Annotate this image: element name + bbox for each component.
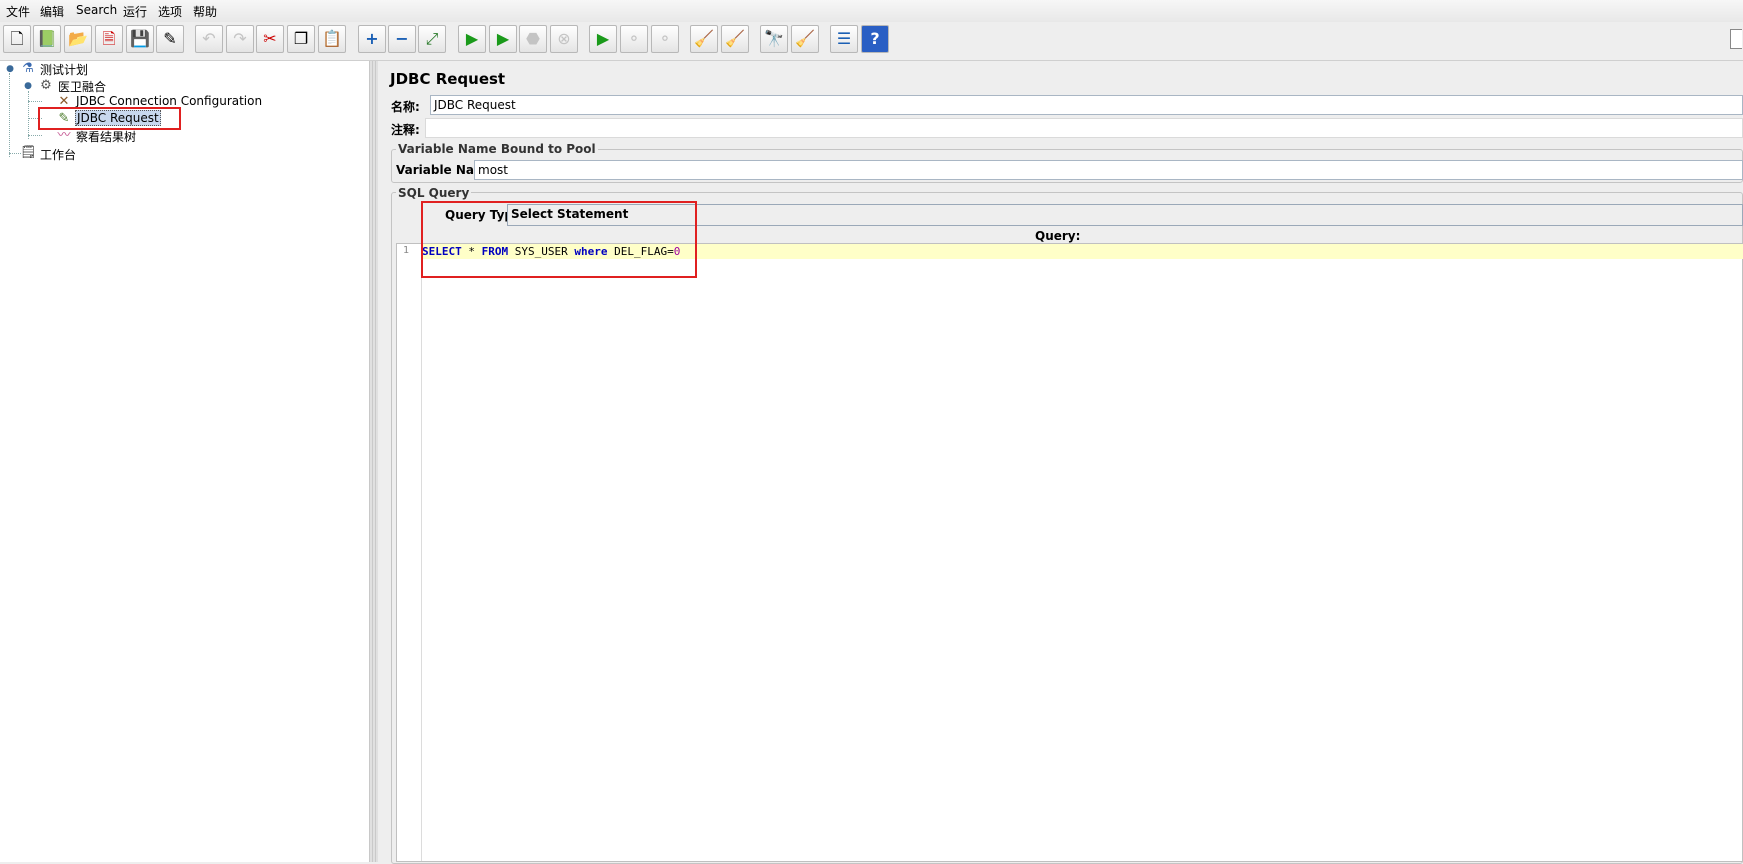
help-button[interactable]: ? — [861, 25, 889, 53]
open-icon: 📂 — [68, 29, 88, 48]
annotation-box-tree — [38, 107, 181, 130]
help-icon: ? — [870, 29, 880, 48]
expand-button[interactable]: + — [358, 25, 386, 53]
save-as-button[interactable]: ✎ — [156, 25, 184, 53]
run-status-indicator — [1730, 29, 1742, 49]
clear-all-icon: 🧹 — [725, 29, 745, 48]
tree-line — [28, 91, 29, 139]
collapse-icon: − — [395, 29, 409, 48]
reset-search-icon: 🧹 — [795, 29, 815, 48]
tree-line — [28, 135, 42, 136]
menu-help[interactable]: 帮助 — [193, 3, 217, 20]
cut-icon: ✂ — [263, 29, 277, 48]
remote-start-icon: ▶ — [596, 29, 610, 48]
workbench-icon: 🗒 — [20, 145, 37, 160]
expand-icon: + — [365, 29, 379, 48]
sql-editor[interactable] — [396, 243, 1743, 862]
shutdown-icon: ⊗ — [557, 29, 571, 48]
menu-options[interactable]: 选项 — [158, 3, 182, 20]
copy-icon: ❐ — [293, 29, 309, 48]
cut-button[interactable]: ✂ — [256, 25, 284, 53]
templates-icon: 📗 — [37, 29, 57, 48]
close-button[interactable]: 🗎 — [95, 25, 123, 53]
tree-item-thread-group[interactable]: 医卫融合 — [58, 78, 106, 95]
menu-file[interactable]: 文件 — [6, 3, 30, 20]
stop-icon: ⬣ — [526, 29, 540, 48]
jdbc-request-panel: JDBC Request 名称: JDBC Request 注释: Variab… — [379, 61, 1743, 864]
tree-item-test-plan[interactable]: 测试计划 — [40, 61, 88, 78]
page-title: JDBC Request — [390, 70, 506, 88]
annotation-box-query — [421, 201, 697, 278]
name-field[interactable]: JDBC Request — [430, 95, 1743, 115]
clear-button[interactable]: 🧹 — [690, 25, 718, 53]
tree-line — [9, 73, 10, 157]
remote-shutdown-button[interactable]: ⚬ — [651, 25, 679, 53]
remote-shutdown-icon: ⚬ — [658, 29, 672, 48]
start-button[interactable]: ▶ — [458, 25, 486, 53]
menu-bar: 文件 编辑 Search 运行 选项 帮助 — [0, 0, 1743, 23]
split-pane-divider[interactable] — [370, 61, 378, 862]
save-as-icon: ✎ — [163, 29, 177, 48]
variable-name-field[interactable]: most — [474, 160, 1743, 180]
shutdown-button[interactable]: ⊗ — [550, 25, 578, 53]
menu-run[interactable]: 运行 — [123, 3, 147, 20]
expand-toggle-icon[interactable]: ● — [2, 61, 18, 77]
start-no-pause-button[interactable]: ▶ — [489, 25, 517, 53]
redo-button[interactable]: ↷ — [226, 25, 254, 53]
menu-edit[interactable]: 编辑 — [40, 3, 64, 20]
tree-line — [28, 101, 42, 102]
close-icon: 🗎 — [102, 29, 116, 48]
remote-start-button[interactable]: ▶ — [589, 25, 617, 53]
thread-group-gear-icon: ⚙ — [40, 78, 52, 93]
undo-button[interactable]: ↶ — [195, 25, 223, 53]
comment-field[interactable] — [425, 118, 1743, 138]
editor-gutter — [397, 244, 422, 861]
remote-stop-button[interactable]: ⚬ — [620, 25, 648, 53]
test-plan-tree: ● ⚗ 测试计划 ● ⚙ 医卫融合 ✕ JDBC Connection Conf… — [0, 61, 370, 862]
line-number: 1 — [403, 245, 410, 256]
reset-search-button[interactable]: 🧹 — [791, 25, 819, 53]
comment-label: 注释: — [391, 123, 420, 137]
search-button[interactable]: 🔭 — [760, 25, 788, 53]
tree-item-result-tree[interactable]: 察看结果树 — [76, 128, 136, 145]
remote-stop-icon: ⚬ — [627, 29, 641, 48]
toggle-button[interactable]: ⤢ — [418, 25, 446, 53]
new-button[interactable]: 🗋 — [3, 25, 31, 53]
save-icon: 💾 — [130, 29, 150, 48]
search-icon: 🔭 — [764, 29, 784, 48]
templates-button[interactable]: 📗 — [33, 25, 61, 53]
start-no-pause-icon: ▶ — [496, 29, 510, 48]
tree-item-workbench[interactable]: 工作台 — [40, 146, 76, 163]
function-helper-icon: ☰ — [836, 29, 852, 48]
undo-icon: ↶ — [202, 29, 216, 48]
save-button[interactable]: 💾 — [126, 25, 154, 53]
listener-icon: 〰 — [57, 128, 71, 143]
new-icon: 🗋 — [10, 29, 24, 48]
start-icon: ▶ — [465, 29, 479, 48]
menu-search[interactable]: Search — [76, 3, 117, 17]
tree-item-jdbc-config[interactable]: JDBC Connection Configuration — [76, 94, 262, 108]
copy-button[interactable]: ❐ — [287, 25, 315, 53]
pool-group-title: Variable Name Bound to Pool — [396, 142, 598, 156]
name-label: 名称: — [391, 100, 420, 114]
open-button[interactable]: 📂 — [64, 25, 92, 53]
test-plan-icon: ⚗ — [22, 61, 34, 76]
sql-query-group-title: SQL Query — [396, 186, 472, 200]
paste-icon: 📋 — [322, 29, 342, 48]
query-header: Query: — [1035, 229, 1081, 243]
stop-button[interactable]: ⬣ — [519, 25, 547, 53]
redo-icon: ↷ — [233, 29, 247, 48]
function-helper-button[interactable]: ☰ — [830, 25, 858, 53]
expand-toggle-icon[interactable]: ● — [20, 78, 36, 94]
clear-all-button[interactable]: 🧹 — [721, 25, 749, 53]
clear-icon: 🧹 — [694, 29, 714, 48]
collapse-button[interactable]: − — [388, 25, 416, 53]
paste-button[interactable]: 📋 — [318, 25, 346, 53]
toggle-icon: ⤢ — [425, 29, 439, 48]
